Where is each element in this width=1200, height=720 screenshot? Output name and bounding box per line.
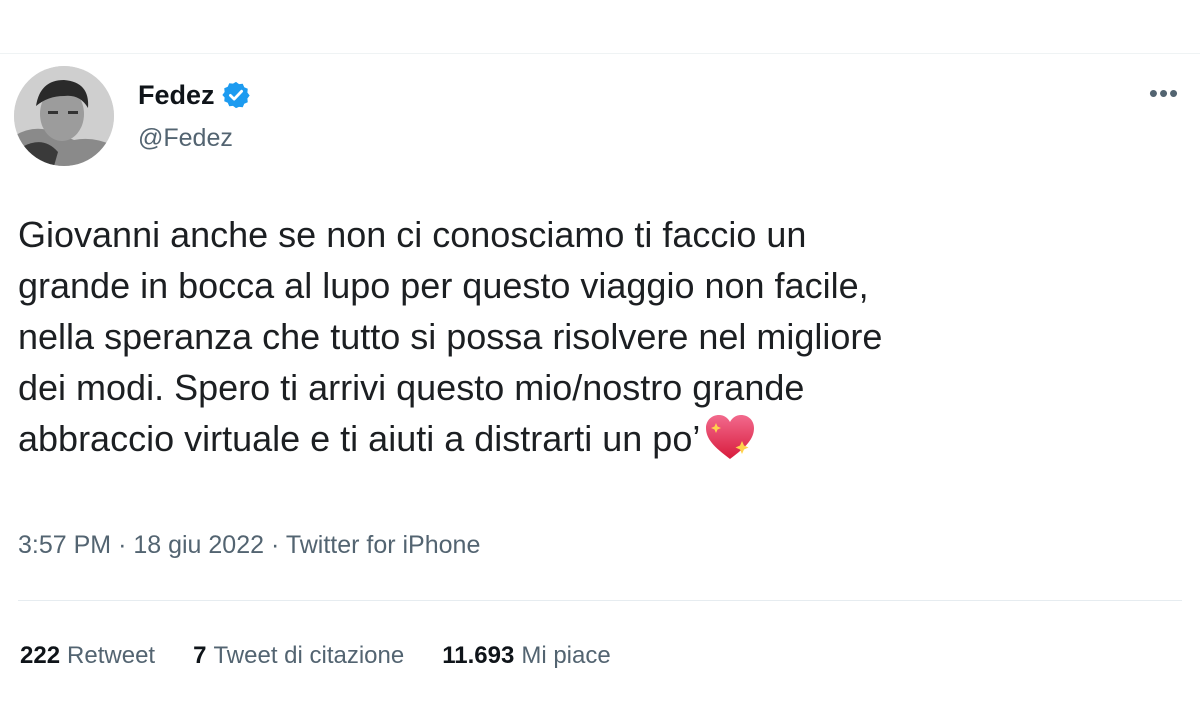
top-divider [0, 53, 1200, 54]
tweet-date[interactable]: 18 giu 2022 [133, 531, 264, 559]
more-icon[interactable]: ••• [1146, 78, 1182, 108]
likes-stat[interactable]: 11.693 Mi piace [442, 640, 610, 672]
quotes-stat[interactable]: 7 Tweet di citazione [193, 640, 404, 672]
meta-separator: · [118, 531, 127, 559]
quotes-count: 7 [193, 642, 207, 669]
sparkling-heart-icon [706, 415, 755, 459]
tweet-time[interactable]: 3:57 PM [18, 531, 111, 559]
retweets-stat[interactable]: 222 Retweet [20, 640, 155, 672]
likes-label: Mi piace [521, 642, 611, 669]
quotes-label: Tweet di citazione [213, 642, 405, 669]
avatar-photo [14, 66, 114, 166]
engagement-stats: 222 Retweet 7 Tweet di citazione 11.693 … [20, 640, 611, 672]
author-name-row[interactable]: Fedez [138, 79, 251, 111]
avatar[interactable] [14, 66, 114, 166]
stats-divider [18, 600, 1182, 601]
author-display-name[interactable]: Fedez [138, 79, 215, 111]
likes-count: 11.693 [442, 642, 515, 669]
tweet-text: Giovanni anche se non ci conosciamo ti f… [18, 209, 1188, 464]
retweets-count: 222 [20, 642, 61, 669]
author-handle[interactable]: @Fedez [138, 122, 233, 154]
meta-separator: · [270, 531, 280, 559]
tweet-meta: 3:57 PM · 18 giu 2022 · Twitter for iPho… [18, 528, 480, 562]
verified-badge-icon [221, 81, 250, 109]
tweet-source[interactable]: Twitter for iPhone [286, 531, 481, 559]
retweets-label: Retweet [67, 642, 156, 669]
